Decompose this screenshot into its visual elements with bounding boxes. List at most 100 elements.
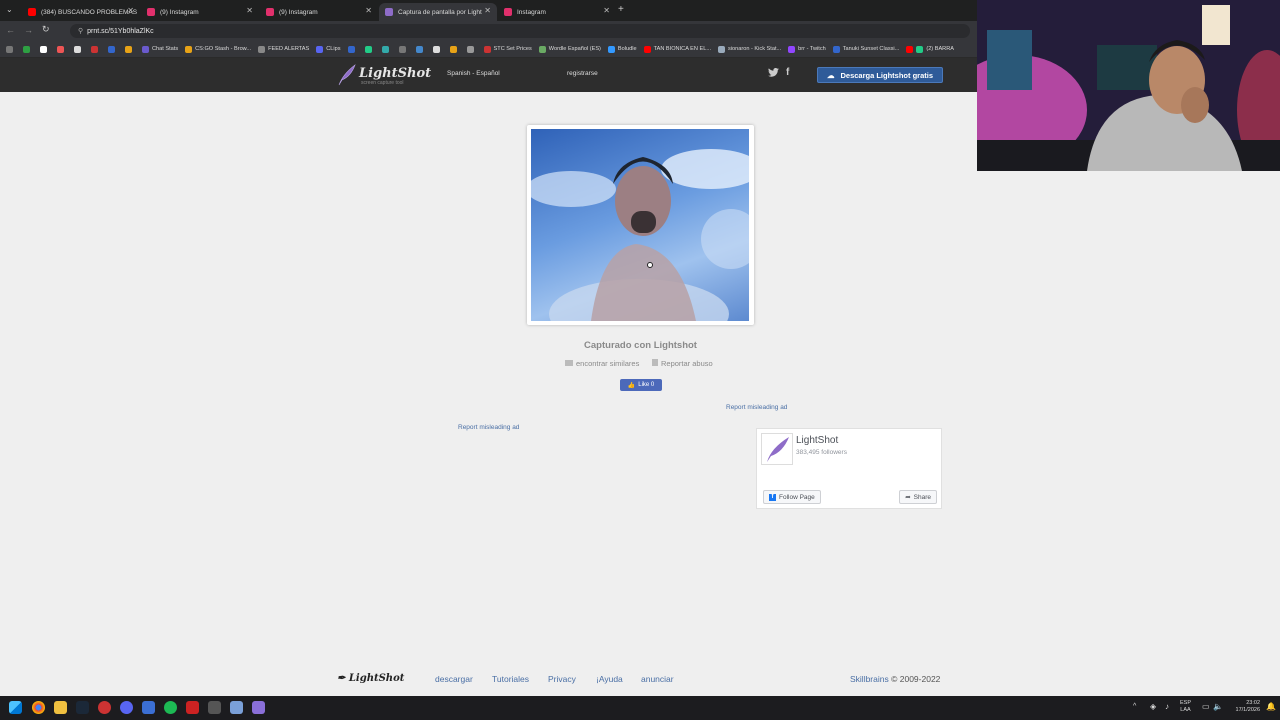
bookmark-icon[interactable] [364,45,375,53]
fb-followers-count: 383,495 followers [796,449,847,456]
camera-icon [565,360,573,366]
volume-icon[interactable]: 🔈 [1213,702,1223,711]
facebook-icon: f [769,493,776,501]
bookmark-icon[interactable] [108,45,118,53]
bookmark-icon[interactable] [415,45,426,53]
new-tab-button[interactable]: + [618,4,624,15]
captured-caption: Capturado con Lightshot [584,340,697,351]
bookmark-chat-stats[interactable]: Chat Stats [142,45,178,53]
facebook-icon[interactable]: f [786,67,789,78]
screenshot-image[interactable] [531,129,749,321]
browser-tab-active[interactable]: Captura de pantalla por LightShot✕ [379,3,497,21]
lightshot-feather-icon [385,8,393,16]
instagram-icon [504,8,512,16]
close-tab-icon[interactable]: ✕ [246,6,253,15]
close-tab-icon[interactable]: ✕ [365,6,372,15]
microphone-icon[interactable]: ♪ [1165,702,1169,711]
browser-tab[interactable]: (9) Instagram ✕ [141,3,259,21]
notification-icon[interactable]: 🔔 [1266,702,1276,711]
bookmark-icon[interactable] [449,45,460,53]
bookmark-clips[interactable]: CLips [316,45,341,53]
bookmark-feed-alertas[interactable]: FEED ALERTAS [258,45,309,53]
footer-link-tutorials[interactable]: Tutoriales [492,674,529,684]
browser-tab[interactable]: (384) BUSCANDO PROBLEMAS ✕ [22,3,140,21]
report-abuse-link[interactable]: Reportar abuso [652,359,713,368]
thumbs-up-icon: 👍 [627,382,636,389]
steam-icon[interactable] [76,701,89,714]
monitor-icon[interactable]: ▭ [1202,702,1210,711]
facebook-like-button[interactable]: 👍 Like 0 [620,379,662,391]
bookmark-stc-set-prices[interactable]: STC Set Prices [483,45,532,53]
close-tab-icon[interactable]: ✕ [603,6,610,15]
bookmark-icon[interactable] [432,45,443,53]
bookmark-icon[interactable] [398,45,409,53]
language-selector[interactable]: Spanish - Español [447,70,500,77]
bookmark-tanuki-sunset[interactable]: Tanuki Sunset Classi... [832,45,899,53]
lightshot-logo[interactable]: LightShot screen capture tool [337,62,431,88]
instagram-icon [266,8,274,16]
share-arrow-icon: ➦ [905,494,911,501]
instagram-icon [147,8,155,16]
forward-icon[interactable]: → [24,25,33,35]
webcam-overlay [977,0,1280,171]
system-clock[interactable]: 23:02 17/1/2026 [1226,700,1260,714]
bookmark-icon[interactable] [74,45,84,53]
spotify-icon[interactable] [164,701,177,714]
reload-icon[interactable]: ↻ [42,24,50,35]
download-lightshot-button[interactable]: ☁ Descarga Lightshot gratis [817,67,943,83]
network-icon[interactable]: ◈ [1150,702,1156,711]
back-icon[interactable]: ← [6,25,15,35]
bookmark-icon[interactable] [381,45,392,53]
site-info-icon[interactable]: ⚲ [78,28,83,35]
bookmark-icon[interactable] [57,45,67,53]
footer-link-advertise[interactable]: anunciar [641,674,674,684]
bookmark-icon[interactable] [125,45,135,53]
footer-link-privacy[interactable]: Privacy [548,674,576,684]
bookmark-icon[interactable] [23,45,33,53]
report-misleading-ad-link[interactable]: Report misleading ad [726,404,787,411]
bookmark-kick-stats[interactable]: sionaron - Kick Stat... [718,45,781,53]
bookmark-icon[interactable] [40,45,50,53]
bookmark-icon[interactable] [466,45,477,53]
discord-icon[interactable] [120,701,133,714]
file-explorer-icon[interactable] [54,701,67,714]
app-icon[interactable] [208,701,221,714]
footer-logo[interactable]: ✒ LightShot [337,673,404,684]
bookmark-tan-bionica[interactable]: TAN BIONICA EN EL... [643,45,711,53]
youtube-icon [28,8,36,16]
browser-tab[interactable]: Instagram ✕ [498,3,616,21]
app-icon[interactable] [98,701,111,714]
find-similar-link[interactable]: encontrar similares [565,359,639,368]
skillbrains-link[interactable]: Skillbrains [850,674,889,684]
app-icon[interactable] [142,701,155,714]
fb-page-name[interactable]: LightShot [796,435,838,446]
bookmark-twitch[interactable]: brr - Twitch [788,45,826,53]
report-misleading-ad-link[interactable]: Report misleading ad [458,424,519,431]
footer-link-help[interactable]: ¡Ayuda [596,674,623,684]
app-icon[interactable] [186,701,199,714]
close-tab-icon[interactable]: ✕ [484,6,491,15]
tray-chevron-icon[interactable]: ^ [1133,703,1136,710]
close-tab-icon[interactable]: ✕ [127,6,134,15]
lightshot-page-avatar[interactable] [761,433,793,465]
bookmark-boludle[interactable]: Boludle [607,45,637,53]
browser-tab[interactable]: (9) Instagram ✕ [260,3,378,21]
url-field[interactable]: ⚲ prnt.sc/51Yb0hlaZlKc [70,24,970,38]
app-icon[interactable] [252,701,265,714]
register-link[interactable]: registrarse [567,70,598,77]
footer-link-download[interactable]: descargar [435,674,473,684]
app-icon[interactable] [230,701,243,714]
language-indicator[interactable]: ESP LAA [1180,700,1191,714]
twitter-icon[interactable] [768,67,779,80]
chrome-icon[interactable] [32,701,45,714]
bookmark-wordle[interactable]: Wordle Español (ES) [538,45,601,53]
windows-start-icon[interactable] [9,701,22,714]
bookmark-icon[interactable] [91,45,101,53]
tab-search-chevron-icon[interactable]: ⌄ [6,5,13,14]
bookmark-barra[interactable]: (2) BARRA [906,45,954,53]
share-button[interactable]: ➦ Share [899,490,937,504]
bookmark-csgo-stash[interactable]: CS:GO Stash - Brow... [185,45,251,53]
bookmark-icon[interactable] [347,45,358,53]
apps-grid-icon[interactable] [6,45,16,53]
follow-page-button[interactable]: f Follow Page [763,490,821,504]
